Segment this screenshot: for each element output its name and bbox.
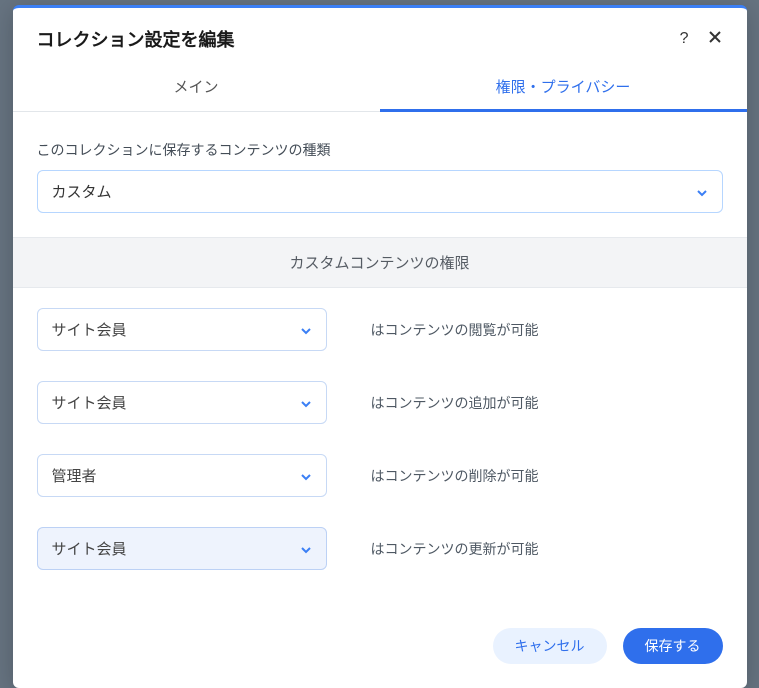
permission-add-role: サイト会員 bbox=[52, 392, 127, 413]
permission-view-role: サイト会員 bbox=[52, 319, 127, 340]
chevron-down-icon bbox=[300, 543, 312, 555]
permission-delete-select[interactable]: 管理者 bbox=[37, 454, 327, 497]
tab-privacy[interactable]: 権限・プライバシー bbox=[380, 64, 747, 111]
permission-row-add: サイト会員 はコンテンツの追加が可能 bbox=[37, 381, 723, 424]
help-icon[interactable]: ? bbox=[680, 30, 689, 48]
tabs: メイン 権限・プライバシー bbox=[13, 64, 747, 112]
content-type-select[interactable]: カスタム bbox=[37, 170, 723, 213]
chevron-down-icon bbox=[300, 324, 312, 336]
permission-update-role: サイト会員 bbox=[52, 538, 127, 559]
permission-row-update: サイト会員 はコンテンツの更新が可能 bbox=[37, 527, 723, 570]
cancel-button[interactable]: キャンセル bbox=[493, 628, 607, 664]
chevron-down-icon bbox=[300, 470, 312, 482]
permission-view-select[interactable]: サイト会員 bbox=[37, 308, 327, 351]
permission-add-label: はコンテンツの追加が可能 bbox=[371, 393, 539, 413]
permission-view-label: はコンテンツの閲覧が可能 bbox=[371, 320, 539, 340]
save-button[interactable]: 保存する bbox=[623, 628, 723, 664]
edit-collection-settings-modal: コレクション設定を編集 ? メイン 権限・プライバシー このコレクションに保存す… bbox=[13, 5, 747, 688]
modal-header: コレクション設定を編集 ? bbox=[13, 8, 747, 64]
permission-delete-label: はコンテンツの削除が可能 bbox=[371, 466, 539, 486]
permission-add-select[interactable]: サイト会員 bbox=[37, 381, 327, 424]
chevron-down-icon bbox=[696, 186, 708, 198]
permission-delete-role: 管理者 bbox=[52, 465, 97, 486]
header-icons: ? bbox=[680, 29, 723, 50]
close-icon[interactable] bbox=[707, 29, 723, 50]
chevron-down-icon bbox=[300, 397, 312, 409]
permission-update-label: はコンテンツの更新が可能 bbox=[371, 539, 539, 559]
permission-row-delete: 管理者 はコンテンツの削除が可能 bbox=[37, 454, 723, 497]
permission-update-select[interactable]: サイト会員 bbox=[37, 527, 327, 570]
permission-list: サイト会員 はコンテンツの閲覧が可能 サイト会員 はコンテンツの追加が可能 bbox=[37, 288, 723, 610]
modal-title: コレクション設定を編集 bbox=[37, 26, 235, 52]
content-area: このコレクションに保存するコンテンツの種類 カスタム カスタムコンテンツの権限 … bbox=[13, 112, 747, 610]
custom-permissions-section-title: カスタムコンテンツの権限 bbox=[13, 237, 747, 288]
content-type-label: このコレクションに保存するコンテンツの種類 bbox=[37, 140, 723, 160]
modal-footer: キャンセル 保存する bbox=[13, 610, 747, 688]
permission-row-view: サイト会員 はコンテンツの閲覧が可能 bbox=[37, 308, 723, 351]
content-type-value: カスタム bbox=[52, 181, 112, 202]
tab-main[interactable]: メイン bbox=[13, 64, 380, 111]
